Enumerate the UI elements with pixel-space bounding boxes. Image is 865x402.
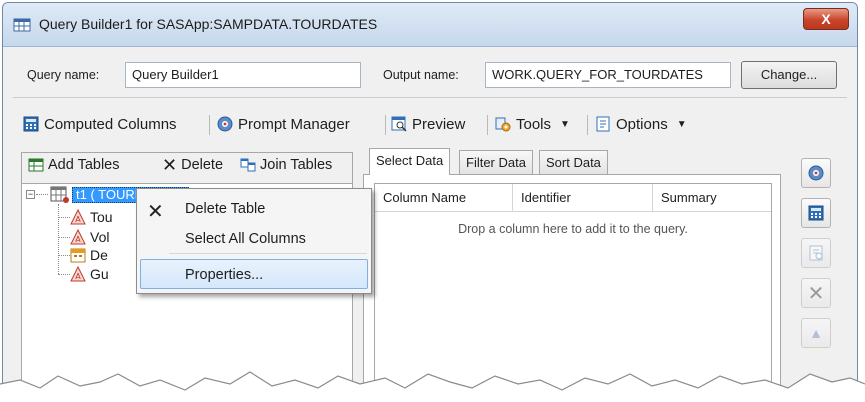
- delete-label: Delete: [181, 157, 224, 173]
- join-tables-button[interactable]: Join Tables: [240, 157, 332, 173]
- properties-icon: [809, 245, 823, 261]
- move-up-side-button[interactable]: ▲: [801, 318, 831, 348]
- tree-column-item[interactable]: A Tou: [70, 209, 113, 225]
- tab-filter-data[interactable]: Filter Data: [459, 150, 533, 174]
- tab-sort-data[interactable]: Sort Data: [539, 150, 608, 174]
- computed-column-side-button[interactable]: [801, 198, 831, 228]
- prompt-side-button[interactable]: [801, 158, 831, 188]
- context-menu: ✕ Delete Table Select All Columns Proper…: [136, 188, 372, 294]
- chevron-down-icon: ▼: [560, 118, 570, 130]
- tree-connector: [58, 204, 59, 274]
- query-builder-icon: [13, 18, 31, 32]
- character-column-icon: A: [70, 266, 86, 282]
- tab-select-data[interactable]: Select Data: [369, 148, 451, 175]
- computed-columns-label: Computed Columns: [44, 115, 177, 133]
- tables-toolbar: Add Tables ✕ Delete Join Tables: [22, 153, 352, 181]
- svg-text:A: A: [75, 272, 81, 281]
- tab-strip: Select Data Filter Data Sort Data: [363, 148, 781, 175]
- menu-separator: [169, 253, 367, 254]
- collapse-icon[interactable]: −: [26, 190, 35, 199]
- svg-text:A: A: [75, 215, 81, 224]
- tree-connector: [58, 274, 70, 275]
- menu-item-select-all-columns[interactable]: Select All Columns: [185, 231, 306, 247]
- output-name-label: Output name:: [383, 68, 459, 82]
- query-name-label: Query name:: [27, 68, 100, 82]
- query-builder-window: Query Builder1 for SASApp:SAMPDATA.TOURD…: [2, 2, 858, 400]
- change-button[interactable]: Change...: [741, 61, 837, 89]
- torn-edge: [0, 371, 865, 402]
- join-tables-icon: [240, 158, 256, 172]
- options-icon: [596, 116, 610, 132]
- tree-connector: [58, 255, 70, 256]
- join-tables-label: Join Tables: [260, 157, 333, 173]
- tree-item-label: Tou: [90, 209, 113, 225]
- grid-header: Column Name Identifier Summary: [375, 184, 771, 212]
- tree-connector: [36, 194, 48, 195]
- tools-label: Tools: [516, 115, 552, 133]
- empty-grid-hint: Drop a column here to add it to the quer…: [458, 222, 688, 236]
- date-column-icon: [70, 248, 86, 263]
- character-column-icon: A: [70, 229, 86, 245]
- preview-icon: [391, 116, 407, 132]
- options-label: Options: [616, 115, 668, 133]
- calculator-icon: [808, 205, 824, 221]
- svg-text:A: A: [75, 235, 81, 244]
- tree-item-label: Gu: [90, 266, 109, 282]
- preview-button[interactable]: Preview: [391, 112, 465, 136]
- query-name-row: Query name: Query Builder1 Output name: …: [13, 61, 847, 91]
- prompt-manager-label: Prompt Manager: [238, 115, 350, 133]
- computed-columns-button[interactable]: Computed Columns: [23, 112, 177, 136]
- add-table-icon: [28, 158, 44, 172]
- add-tables-label: Add Tables: [48, 157, 120, 173]
- tree-column-item[interactable]: De: [70, 247, 108, 263]
- delete-icon: ✕: [162, 155, 178, 175]
- tools-icon: [495, 117, 511, 132]
- tree-item-label: De: [90, 247, 108, 263]
- delete-icon: ✕: [147, 201, 164, 223]
- tree-connector: [58, 237, 70, 238]
- column-header-summary[interactable]: Summary: [653, 184, 793, 212]
- chevron-down-icon: ▼: [676, 118, 687, 130]
- delete-button[interactable]: ✕ Delete: [162, 155, 224, 175]
- toolbar-separator: [209, 115, 210, 135]
- character-column-icon: A: [70, 209, 86, 225]
- arrow-up-icon: ▲: [809, 325, 823, 341]
- menu-item-delete-table[interactable]: Delete Table: [185, 201, 265, 217]
- prompt-manager-button[interactable]: Prompt Manager: [217, 112, 350, 136]
- delete-icon: ✕: [807, 282, 825, 305]
- tools-menu-button[interactable]: Tools ▼: [495, 112, 570, 136]
- add-tables-button[interactable]: Add Tables: [28, 157, 119, 173]
- menu-item-properties[interactable]: Properties...: [185, 267, 263, 283]
- tree-item-label: Vol: [90, 229, 110, 245]
- prompt-manager-icon: [808, 165, 824, 181]
- calculator-icon: [23, 116, 39, 132]
- properties-side-button[interactable]: [801, 238, 831, 268]
- main-toolbar: Computed Columns Prompt Manager Preview …: [13, 112, 847, 138]
- options-menu-button[interactable]: Options ▼: [595, 112, 687, 136]
- remove-side-button[interactable]: ✕: [801, 278, 831, 308]
- query-name-input[interactable]: Query Builder1: [125, 62, 361, 88]
- output-name-input[interactable]: WORK.QUERY_FOR_TOURDATES: [485, 62, 731, 88]
- tree-connector: [58, 217, 70, 218]
- column-header-identifier[interactable]: Identifier: [513, 184, 653, 212]
- toolbar-separator: [487, 115, 488, 135]
- tree-column-item[interactable]: A Vol: [70, 229, 109, 245]
- title-bar[interactable]: Query Builder1 for SASApp:SAMPDATA.TOURD…: [3, 3, 857, 47]
- preview-label: Preview: [412, 115, 466, 133]
- column-header-column-name[interactable]: Column Name: [375, 184, 513, 212]
- prompt-manager-icon: [217, 116, 233, 132]
- toolbar-separator: [385, 115, 386, 135]
- tree-column-item[interactable]: A Gu: [70, 266, 109, 282]
- table-icon: [50, 186, 69, 203]
- close-button[interactable]: X: [803, 8, 849, 30]
- window-title: Query Builder1 for SASApp:SAMPDATA.TOURD…: [39, 16, 378, 32]
- toolbar-separator: [587, 115, 588, 135]
